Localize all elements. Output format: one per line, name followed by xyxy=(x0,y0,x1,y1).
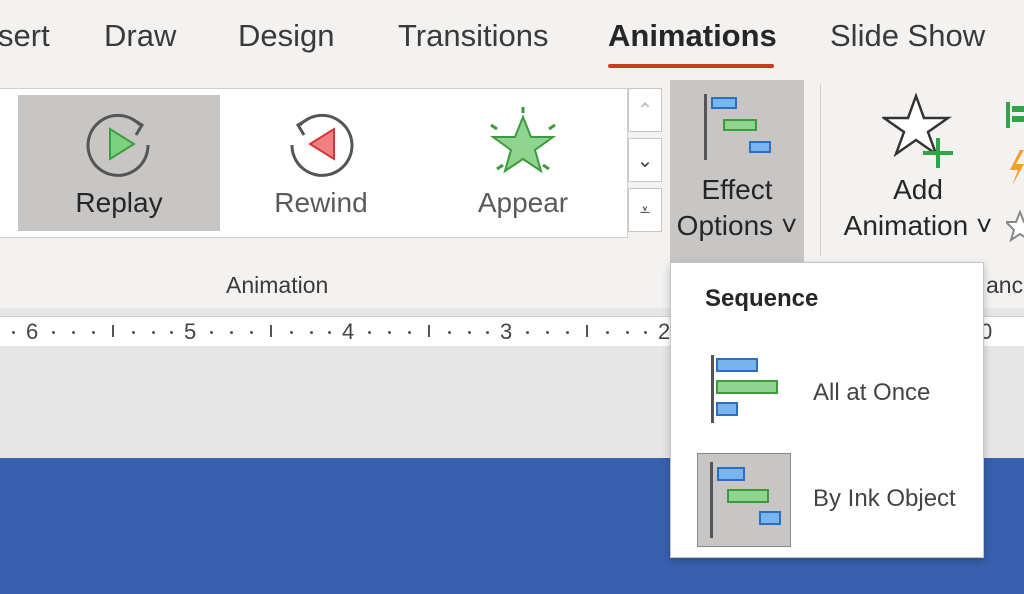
ruler-dot xyxy=(486,331,489,334)
ruler-number: 5 xyxy=(184,319,197,344)
sequence-option-by-ink-object[interactable]: By Ink Object xyxy=(671,449,983,549)
tab-draw[interactable]: Draw xyxy=(104,18,176,54)
appear-star-icon xyxy=(483,105,563,188)
gallery-item-label: Rewind xyxy=(274,187,368,218)
add-star-icon xyxy=(880,92,958,175)
sequence-icon xyxy=(702,92,774,169)
chevron-up-icon: ⌃ xyxy=(636,99,654,122)
ruler-dot xyxy=(526,331,529,334)
ruler-dot xyxy=(566,331,569,334)
replay-icon xyxy=(80,105,158,188)
ruler-dot xyxy=(368,331,371,334)
rewind-icon xyxy=(282,105,360,188)
ruler-dot xyxy=(230,331,233,334)
ruler-tick xyxy=(586,325,588,337)
gallery-item-appear[interactable]: Appear xyxy=(422,95,624,231)
gallery-item-replay[interactable]: Replay xyxy=(18,95,220,231)
by-ink-object-icon xyxy=(697,453,791,547)
ruler-dot xyxy=(644,331,647,334)
ruler-number: 6 xyxy=(26,319,39,344)
ruler-dot xyxy=(250,331,253,334)
more-icon: ⩡ xyxy=(639,199,651,220)
ribbon-separator xyxy=(820,84,821,256)
animation-pane-icon[interactable] xyxy=(1004,100,1024,130)
chevron-down-icon: ⌄ xyxy=(636,149,654,172)
active-tab-indicator xyxy=(608,64,774,68)
advanced-animation-group-label: anc xyxy=(986,272,1024,298)
all-at-once-icon xyxy=(697,347,791,441)
ruler-dot xyxy=(606,331,609,334)
trigger-icon[interactable] xyxy=(1008,150,1024,186)
sequence-option-label: By Ink Object xyxy=(813,485,956,512)
ruler-number: 2 xyxy=(658,319,671,344)
tab-animations[interactable]: Animations xyxy=(608,18,777,54)
ruler-dot xyxy=(92,331,95,334)
effect-options-label-line1: Effect xyxy=(701,174,773,205)
ruler-dot xyxy=(290,331,293,334)
ruler-dot xyxy=(310,331,313,334)
ruler-dot xyxy=(152,331,155,334)
gallery-item-rewind[interactable]: Rewind xyxy=(220,95,422,231)
effect-options-dropdown: Sequence All at Once By Ink Object xyxy=(670,262,984,558)
add-animation-label-line1: Add xyxy=(893,174,943,205)
gallery-item-label: Replay xyxy=(75,187,163,218)
ruler-dot xyxy=(132,331,135,334)
tab-transitions[interactable]: Transitions xyxy=(398,18,548,54)
ruler-dot xyxy=(170,331,173,334)
sequence-header: Sequence xyxy=(705,285,819,312)
ruler-dot xyxy=(72,331,75,334)
ruler-tick xyxy=(112,325,114,337)
add-animation-label-line2: Animation ˅ xyxy=(843,210,993,241)
sequence-option-all-at-once[interactable]: All at Once xyxy=(671,343,983,443)
gallery-scroll-up-button[interactable]: ⌃ xyxy=(628,88,662,132)
ruler-dot xyxy=(52,331,55,334)
ruler-dot xyxy=(328,331,331,334)
ruler-dot xyxy=(626,331,629,334)
ruler-dot xyxy=(468,331,471,334)
tab-insert[interactable]: sert xyxy=(0,18,50,54)
ruler-tick xyxy=(270,325,272,337)
ruler-dot xyxy=(12,331,15,334)
add-animation-button[interactable]: Add Animation ˅ xyxy=(838,86,998,256)
ruler-number: 4 xyxy=(342,319,355,344)
effect-options-label-line2: Options ˅ xyxy=(676,210,798,241)
ruler-dot xyxy=(388,331,391,334)
tab-design[interactable]: Design xyxy=(238,18,335,54)
gallery-more-button[interactable]: ⩡ xyxy=(628,188,662,232)
animation-gallery: Replay Rewind Appear xyxy=(0,88,628,238)
animation-group-label: Animation xyxy=(226,272,329,298)
gallery-item-label: Appear xyxy=(477,187,569,218)
ruler-dot xyxy=(210,331,213,334)
ruler-dot xyxy=(546,331,549,334)
ruler-number: 3 xyxy=(500,319,513,344)
animation-painter-star-icon[interactable] xyxy=(1006,208,1024,244)
gallery-scroll-down-button[interactable]: ⌄ xyxy=(628,138,662,182)
ruler-dot xyxy=(448,331,451,334)
effect-options-button[interactable]: Effect Options ˅ xyxy=(670,80,804,262)
sequence-option-label: All at Once xyxy=(813,379,931,406)
ribbon-tab-bar: sert Draw Design Transitions Animations … xyxy=(0,0,1024,84)
tab-slide-show[interactable]: Slide Show xyxy=(830,18,985,54)
ruler-tick xyxy=(428,325,430,337)
ruler-dot xyxy=(408,331,411,334)
